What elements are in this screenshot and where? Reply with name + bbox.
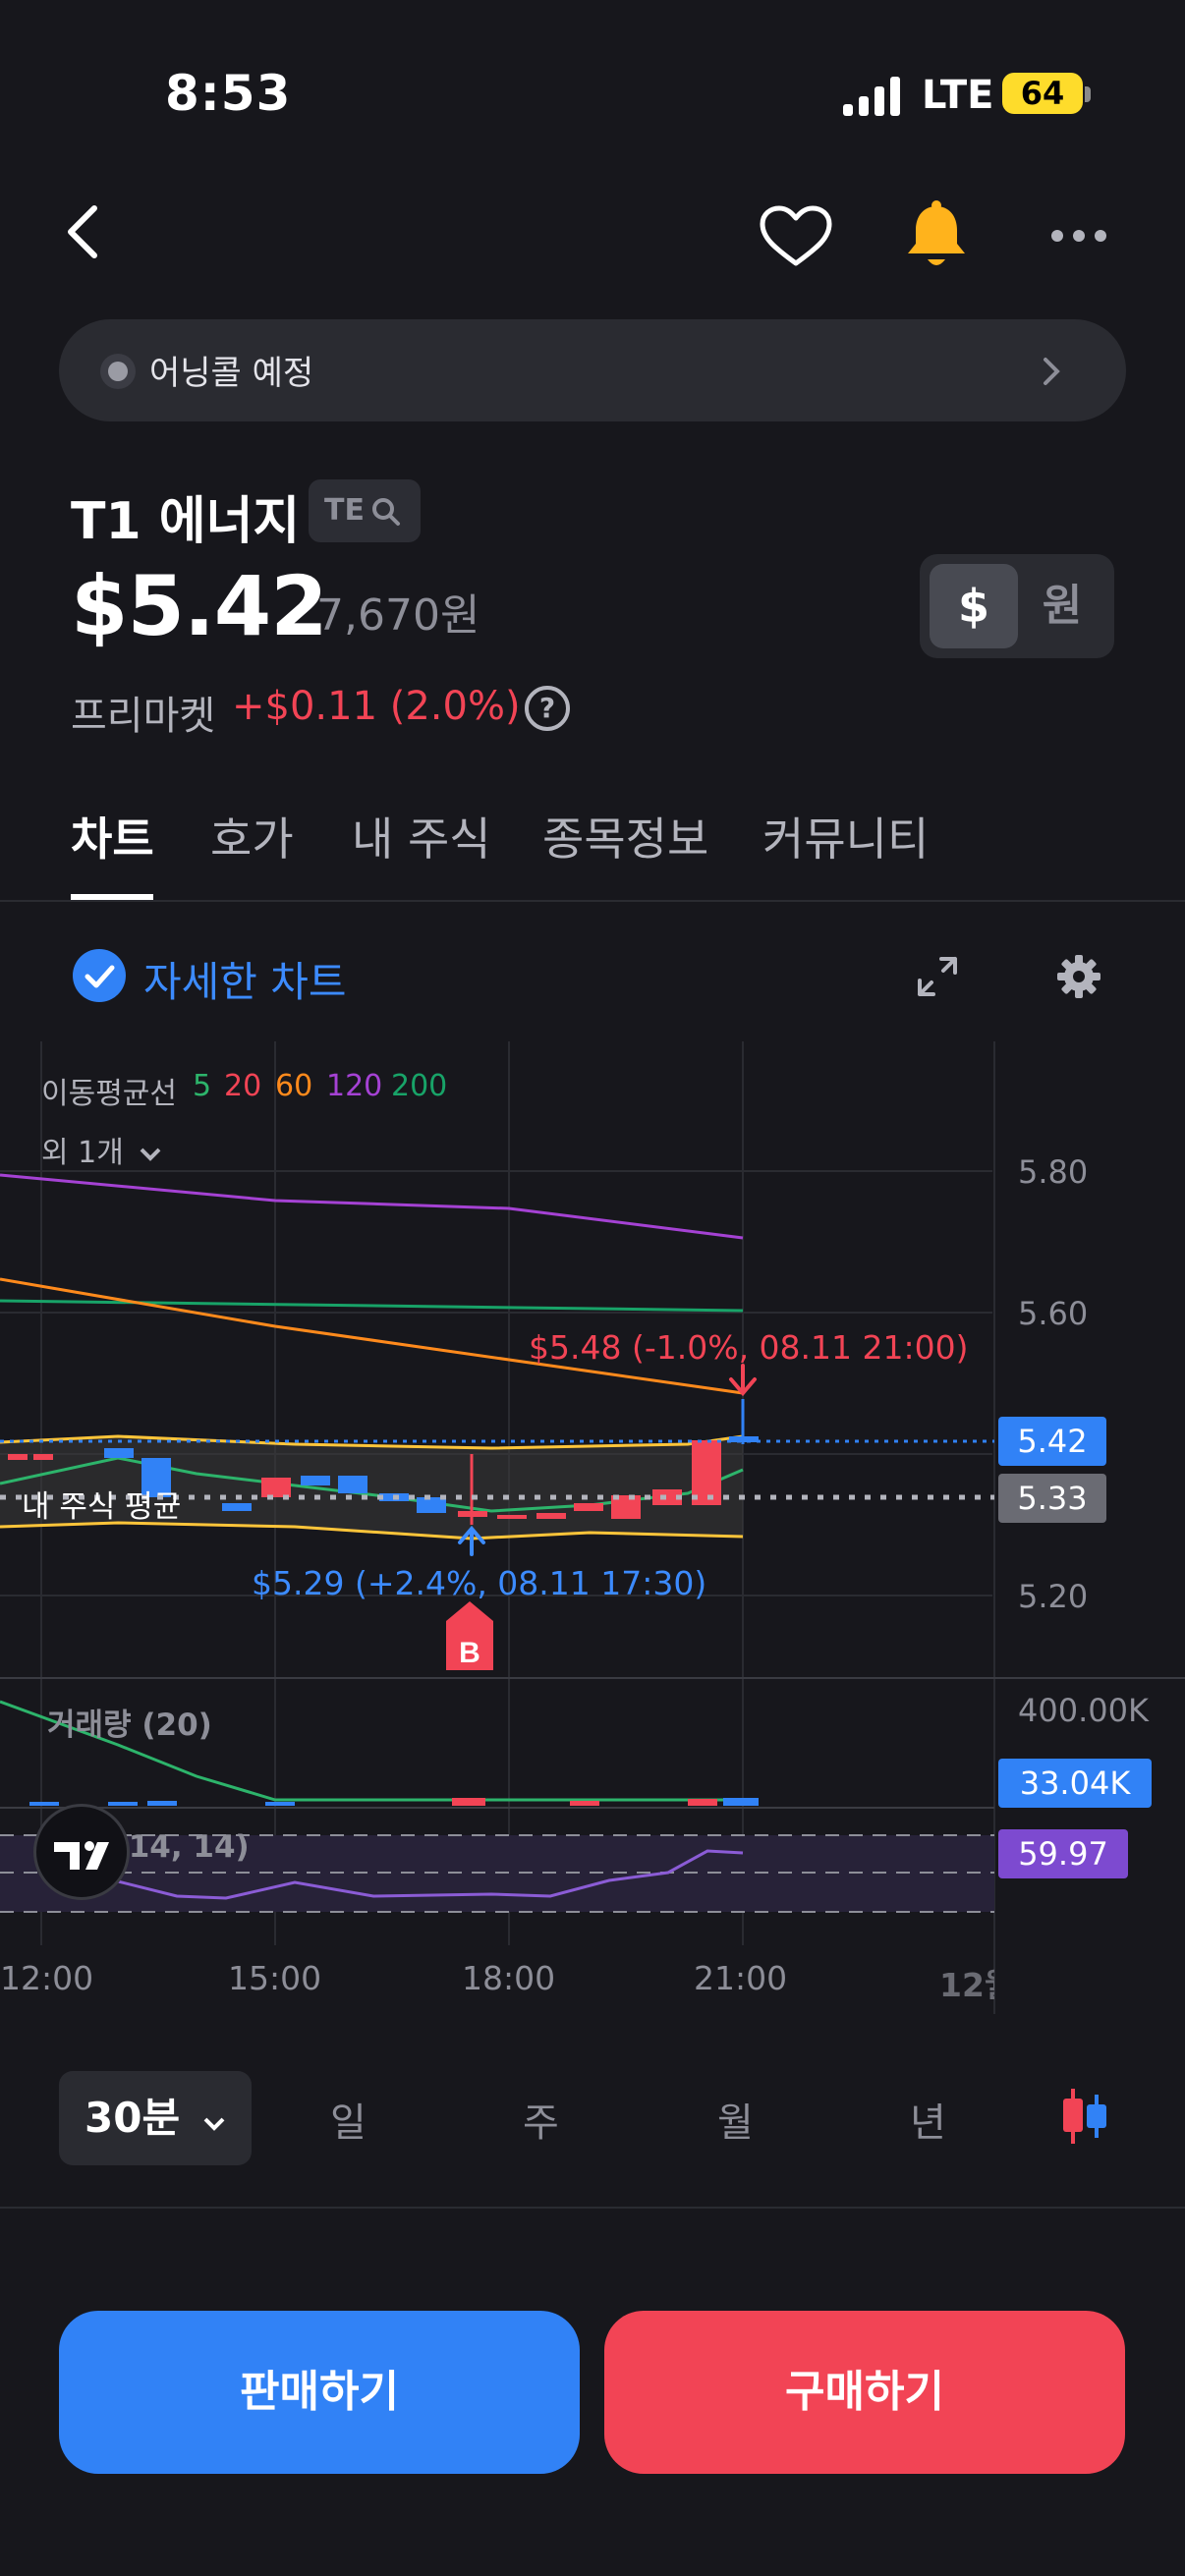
ma-period-5: 5 xyxy=(193,1069,212,1103)
my-avg-label: 내 주식 평균 xyxy=(22,1489,182,1525)
volume-current-tag: 33.04K xyxy=(998,1759,1152,1808)
detail-chart-toggle[interactable]: 자세한 차트 xyxy=(143,949,347,1009)
section-divider xyxy=(0,2207,1185,2209)
tab-chart[interactable]: 차트 xyxy=(71,804,154,868)
ma-title[interactable]: 이동평균선 xyxy=(41,1069,177,1112)
gear-icon[interactable] xyxy=(1055,953,1102,1000)
chevron-down-icon xyxy=(203,2117,225,2131)
tab-divider xyxy=(0,900,1185,902)
volume-axis-max: 400.00K xyxy=(1018,1692,1149,1729)
buy-marker-text: B xyxy=(459,1637,480,1669)
price-krw: 7,670원 xyxy=(316,590,480,641)
ma-period-20: 20 xyxy=(224,1069,262,1103)
period-week[interactable]: 주 xyxy=(523,2091,559,2148)
stock-name: T1 에너지 xyxy=(71,492,301,551)
tradingview-logo xyxy=(33,1804,130,1900)
period-selected: 30분 xyxy=(85,2094,181,2142)
premarket-change: +$0.11 (2.0%) xyxy=(232,684,521,729)
expand-icon[interactable] xyxy=(916,955,959,998)
price-axis-label: 5.80 xyxy=(1018,1153,1089,1191)
buy-button[interactable]: 구매하기 xyxy=(604,2311,1125,2474)
tradingview-icon xyxy=(54,1841,109,1870)
avg-price-tag: 5.33 xyxy=(998,1474,1106,1523)
ticker-label: TE xyxy=(324,493,365,528)
candlestick-type-icon[interactable] xyxy=(1059,2087,1108,2146)
ma-period-200: 200 xyxy=(391,1069,448,1103)
high-annotation: $5.48 (-1.0%, 08.11 21:00) xyxy=(529,1328,969,1367)
current-price-tag: 5.42 xyxy=(998,1417,1106,1466)
back-icon[interactable] xyxy=(61,200,104,263)
current-price: $5.42 xyxy=(71,558,328,654)
sell-button[interactable]: 판매하기 xyxy=(59,2311,580,2474)
time-axis-label: 15:00 xyxy=(228,1959,322,1997)
time-axis-label: 12월 xyxy=(939,1966,994,2004)
price-axis-label: 5.20 xyxy=(1018,1578,1089,1615)
more-icon[interactable] xyxy=(1049,228,1108,244)
low-annotation: $5.29 (+2.4%, 08.11 17:30) xyxy=(252,1564,707,1602)
period-day[interactable]: 일 xyxy=(330,2091,367,2148)
more-indicators-label: 외 1개 xyxy=(41,1136,124,1170)
currency-dollar-button[interactable]: $ xyxy=(930,564,1018,648)
time-axis-label: 18:00 xyxy=(462,1959,556,1997)
heart-icon[interactable] xyxy=(759,204,833,269)
ticker-search-button[interactable]: TE xyxy=(309,479,421,542)
volume-title: 거래량 (20) xyxy=(47,1708,212,1743)
check-icon[interactable] xyxy=(73,949,126,1002)
period-month[interactable]: 월 xyxy=(717,2091,754,2148)
ma-period-120: 120 xyxy=(326,1069,383,1103)
chevron-down-icon xyxy=(140,1148,161,1161)
tab-community[interactable]: 커뮤니티 xyxy=(762,804,929,868)
chevron-right-icon xyxy=(1044,358,1060,385)
tab-stock-info[interactable]: 종목정보 xyxy=(542,804,708,868)
status-dot-icon xyxy=(100,354,136,389)
period-year[interactable]: 년 xyxy=(910,2091,946,2148)
period-select[interactable]: 30분 xyxy=(59,2071,252,2165)
rsi-current-tag: 59.97 xyxy=(998,1829,1128,1878)
network-type: LTE xyxy=(922,73,994,118)
time-axis-label: 21:00 xyxy=(694,1959,788,1997)
currency-won-button[interactable]: 원 xyxy=(1018,564,1106,648)
earnings-banner-text: 어닝콜 예정 xyxy=(149,354,314,393)
bell-icon[interactable] xyxy=(902,200,971,273)
battery-icon: 64 xyxy=(1002,73,1083,114)
signal-icon xyxy=(843,77,900,116)
battery-tip xyxy=(1085,86,1091,102)
ma-period-60: 60 xyxy=(275,1069,313,1103)
tab-my-stock[interactable]: 내 주식 xyxy=(352,804,491,868)
time-axis-label: 12:00 xyxy=(0,1959,94,1997)
status-time: 8:53 xyxy=(165,65,292,122)
tab-orderbook[interactable]: 호가 xyxy=(210,804,294,868)
more-indicators-dropdown[interactable]: 외 1개 xyxy=(41,1128,162,1171)
price-axis-label: 5.60 xyxy=(1018,1295,1089,1332)
search-icon xyxy=(372,498,400,526)
help-icon[interactable]: ? xyxy=(525,686,570,731)
premarket-label: 프리마켓 xyxy=(71,694,216,739)
